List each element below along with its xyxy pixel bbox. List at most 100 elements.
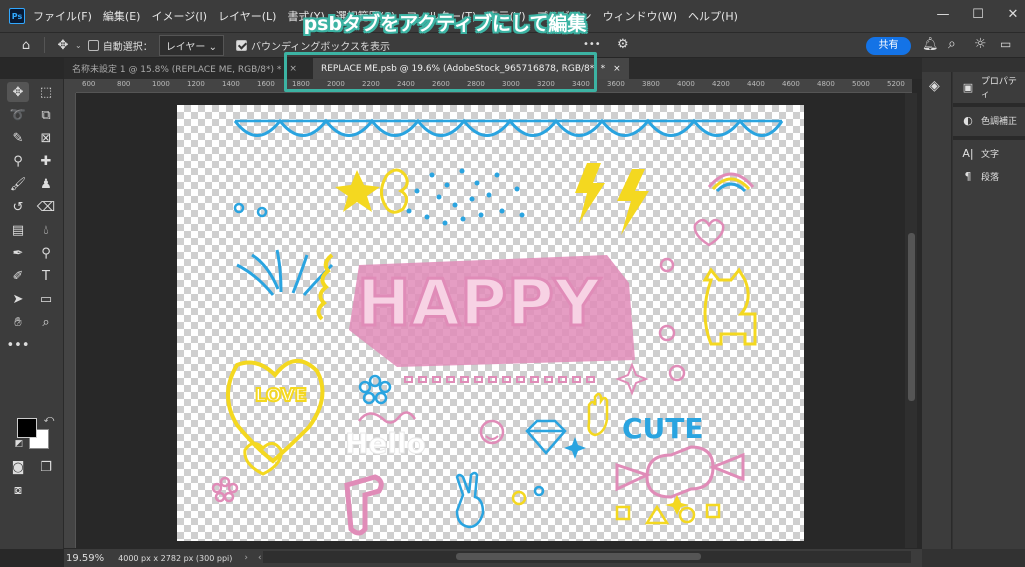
yellow-squiggle bbox=[316, 253, 334, 321]
screen-mode-icon[interactable]: ❐ bbox=[35, 457, 57, 477]
layers-icon[interactable]: ◈ bbox=[929, 78, 940, 94]
search-icon[interactable]: ⌕ bbox=[948, 36, 956, 52]
blue-circle bbox=[533, 485, 545, 497]
status-menu-icon[interactable]: › bbox=[244, 553, 248, 563]
crop-tool-icon[interactable]: ⊠ bbox=[35, 128, 57, 148]
ruler-tick: 4000 bbox=[677, 80, 695, 88]
pen-tool-icon[interactable]: ✒ bbox=[7, 243, 29, 263]
menu-layer[interactable]: レイヤー(L) bbox=[218, 8, 276, 24]
more-tools-icon[interactable]: ••• bbox=[7, 335, 30, 355]
panel-character[interactable]: A| 文字 bbox=[953, 142, 1025, 164]
menu-file[interactable]: ファイル(F) bbox=[33, 8, 92, 24]
doodle-artwork: HAPPY LOVE Hello CUTE bbox=[211, 118, 784, 536]
pink-circle bbox=[668, 364, 686, 382]
vertical-ruler[interactable] bbox=[64, 93, 76, 548]
panel-adjustments[interactable]: ◐ 色調補正 bbox=[953, 109, 1025, 131]
auto-select-target-dropdown[interactable]: レイヤー ⌄ bbox=[158, 34, 224, 56]
menu-window[interactable]: ウィンドウ(W) bbox=[603, 8, 677, 24]
blue-circle bbox=[233, 202, 245, 214]
yellow-hand bbox=[587, 392, 609, 437]
close-icon[interactable]: × bbox=[613, 64, 621, 74]
tab-untitled[interactable]: 名称未設定 1 @ 15.8% (REPLACE ME, RGB/8*) * × bbox=[64, 58, 305, 79]
love-text: LOVE bbox=[255, 385, 307, 406]
menu-help[interactable]: ヘルプ(H) bbox=[688, 8, 738, 24]
adjustments-icon: ◐ bbox=[963, 113, 973, 127]
pink-circle bbox=[658, 324, 676, 342]
pink-heart-small bbox=[693, 218, 725, 247]
gradient-tool-icon[interactable]: ▤ bbox=[7, 220, 29, 240]
lightbulb-icon[interactable]: ☼ bbox=[974, 36, 987, 52]
panel-label: プロパティ bbox=[980, 77, 1017, 100]
chevron-down-icon[interactable]: ⌄ bbox=[75, 41, 82, 50]
document-canvas[interactable]: HAPPY LOVE Hello CUTE bbox=[177, 105, 804, 541]
horizontal-scroll-thumb[interactable] bbox=[456, 553, 701, 560]
panel-list: ▣ プロパティ ◐ 色調補正 A| 文字 ¶ 段落 bbox=[953, 72, 1025, 549]
hand-tool-icon[interactable]: ✋︎ bbox=[7, 312, 29, 332]
workspace-icon[interactable]: ▭ bbox=[1000, 37, 1011, 51]
quick-select-tool-icon[interactable]: ✎ bbox=[7, 128, 29, 148]
happy-text: HAPPY bbox=[357, 267, 601, 341]
bounding-box-label: バウンディングボックスを表示 bbox=[250, 41, 390, 53]
foreground-color-swatch[interactable] bbox=[17, 418, 37, 438]
yellow-square bbox=[705, 503, 721, 519]
yellow-circle bbox=[511, 490, 527, 506]
blur-tool-icon[interactable]: 💧︎ bbox=[35, 220, 57, 240]
pink-dashes bbox=[404, 376, 595, 383]
path-select-tool-icon[interactable]: ➤ bbox=[7, 289, 29, 309]
move-tool-icon[interactable]: ✥ bbox=[51, 38, 75, 53]
more-options-icon[interactable]: ••• bbox=[583, 39, 601, 50]
marquee-tool-icon[interactable]: ⬚ bbox=[35, 82, 57, 102]
canvas-area[interactable]: HAPPY LOVE Hello CUTE bbox=[76, 93, 912, 548]
panel-label: 段落 bbox=[981, 172, 1000, 183]
ruler-tick: 1200 bbox=[187, 80, 205, 88]
photoshop-logo-icon: Ps bbox=[9, 8, 25, 24]
character-icon: A| bbox=[962, 146, 974, 160]
move-tool-icon[interactable]: ✥ bbox=[7, 82, 29, 102]
eraser-tool-icon[interactable]: ⌫ bbox=[35, 197, 57, 217]
yellow-square bbox=[615, 505, 631, 521]
lightning-bolt-1 bbox=[575, 163, 605, 223]
menu-edit[interactable]: 編集(E) bbox=[103, 8, 141, 24]
panel-paragraph[interactable]: ¶ 段落 bbox=[953, 165, 1025, 187]
vertical-scroll-thumb[interactable] bbox=[908, 233, 915, 401]
eyedropper-tool-icon[interactable]: ⚲ bbox=[7, 151, 29, 171]
panel-properties[interactable]: ▣ プロパティ bbox=[953, 76, 1025, 100]
zoom-level[interactable]: 19.59% bbox=[66, 553, 104, 564]
share-button[interactable]: 共有 bbox=[866, 37, 911, 55]
stamp-tool-icon[interactable]: ♟ bbox=[35, 174, 57, 194]
gear-icon[interactable]: ⚙ bbox=[617, 37, 629, 52]
home-icon[interactable]: ⌂ bbox=[14, 38, 38, 53]
yellow-cat bbox=[702, 267, 757, 346]
frame-tool-icon[interactable]: ⧇ bbox=[7, 480, 29, 500]
auto-select-checkbox[interactable] bbox=[87, 39, 99, 51]
dodge-tool-icon[interactable]: ⚲ bbox=[35, 243, 57, 263]
document-info: 4000 px x 2782 px (300 ppi) bbox=[118, 553, 233, 563]
ruler-tick: 4400 bbox=[747, 80, 765, 88]
photoshop-window: Ps ファイル(F) 編集(E) イメージ(I) レイヤー(L) 書式(Y) 選… bbox=[0, 0, 1025, 567]
auto-select-target-value: レイヤー bbox=[165, 41, 206, 53]
healing-brush-tool-icon[interactable]: ✚ bbox=[35, 151, 57, 171]
close-window-button[interactable]: ✕ bbox=[991, 0, 1025, 28]
blue-diamond bbox=[525, 419, 567, 455]
lightning-bolt-2 bbox=[617, 169, 649, 235]
bell-icon[interactable]: 🔔︎ bbox=[922, 37, 939, 52]
path-tool-icon[interactable]: ✐ bbox=[7, 266, 29, 286]
swap-colors-icon[interactable]: ⤺ bbox=[38, 409, 60, 429]
ruler-tick: 5200 bbox=[887, 80, 905, 88]
lasso-tool-icon[interactable]: ➰ bbox=[7, 105, 29, 125]
menu-image[interactable]: イメージ(I) bbox=[151, 8, 207, 24]
scroll-left-icon[interactable]: ‹ bbox=[258, 553, 262, 563]
rectangle-tool-icon[interactable]: ▭ bbox=[35, 289, 57, 309]
blue-rays bbox=[236, 249, 334, 296]
candy-wrapper-right bbox=[708, 452, 745, 482]
object-select-tool-icon[interactable]: ⧉ bbox=[35, 105, 57, 125]
type-tool-icon[interactable]: T bbox=[35, 266, 57, 286]
history-brush-tool-icon[interactable]: ↺ bbox=[7, 197, 29, 217]
pink-swirl bbox=[357, 411, 417, 424]
zoom-tool-icon[interactable]: ⌕ bbox=[35, 312, 57, 332]
ruler-tick: 800 bbox=[117, 80, 131, 88]
quick-mask-icon[interactable]: ◙ bbox=[7, 457, 29, 477]
pink-sparkle bbox=[615, 362, 649, 396]
bounding-box-checkbox[interactable] bbox=[235, 39, 247, 51]
brush-tool-icon[interactable]: 🖌︎ bbox=[7, 174, 29, 194]
